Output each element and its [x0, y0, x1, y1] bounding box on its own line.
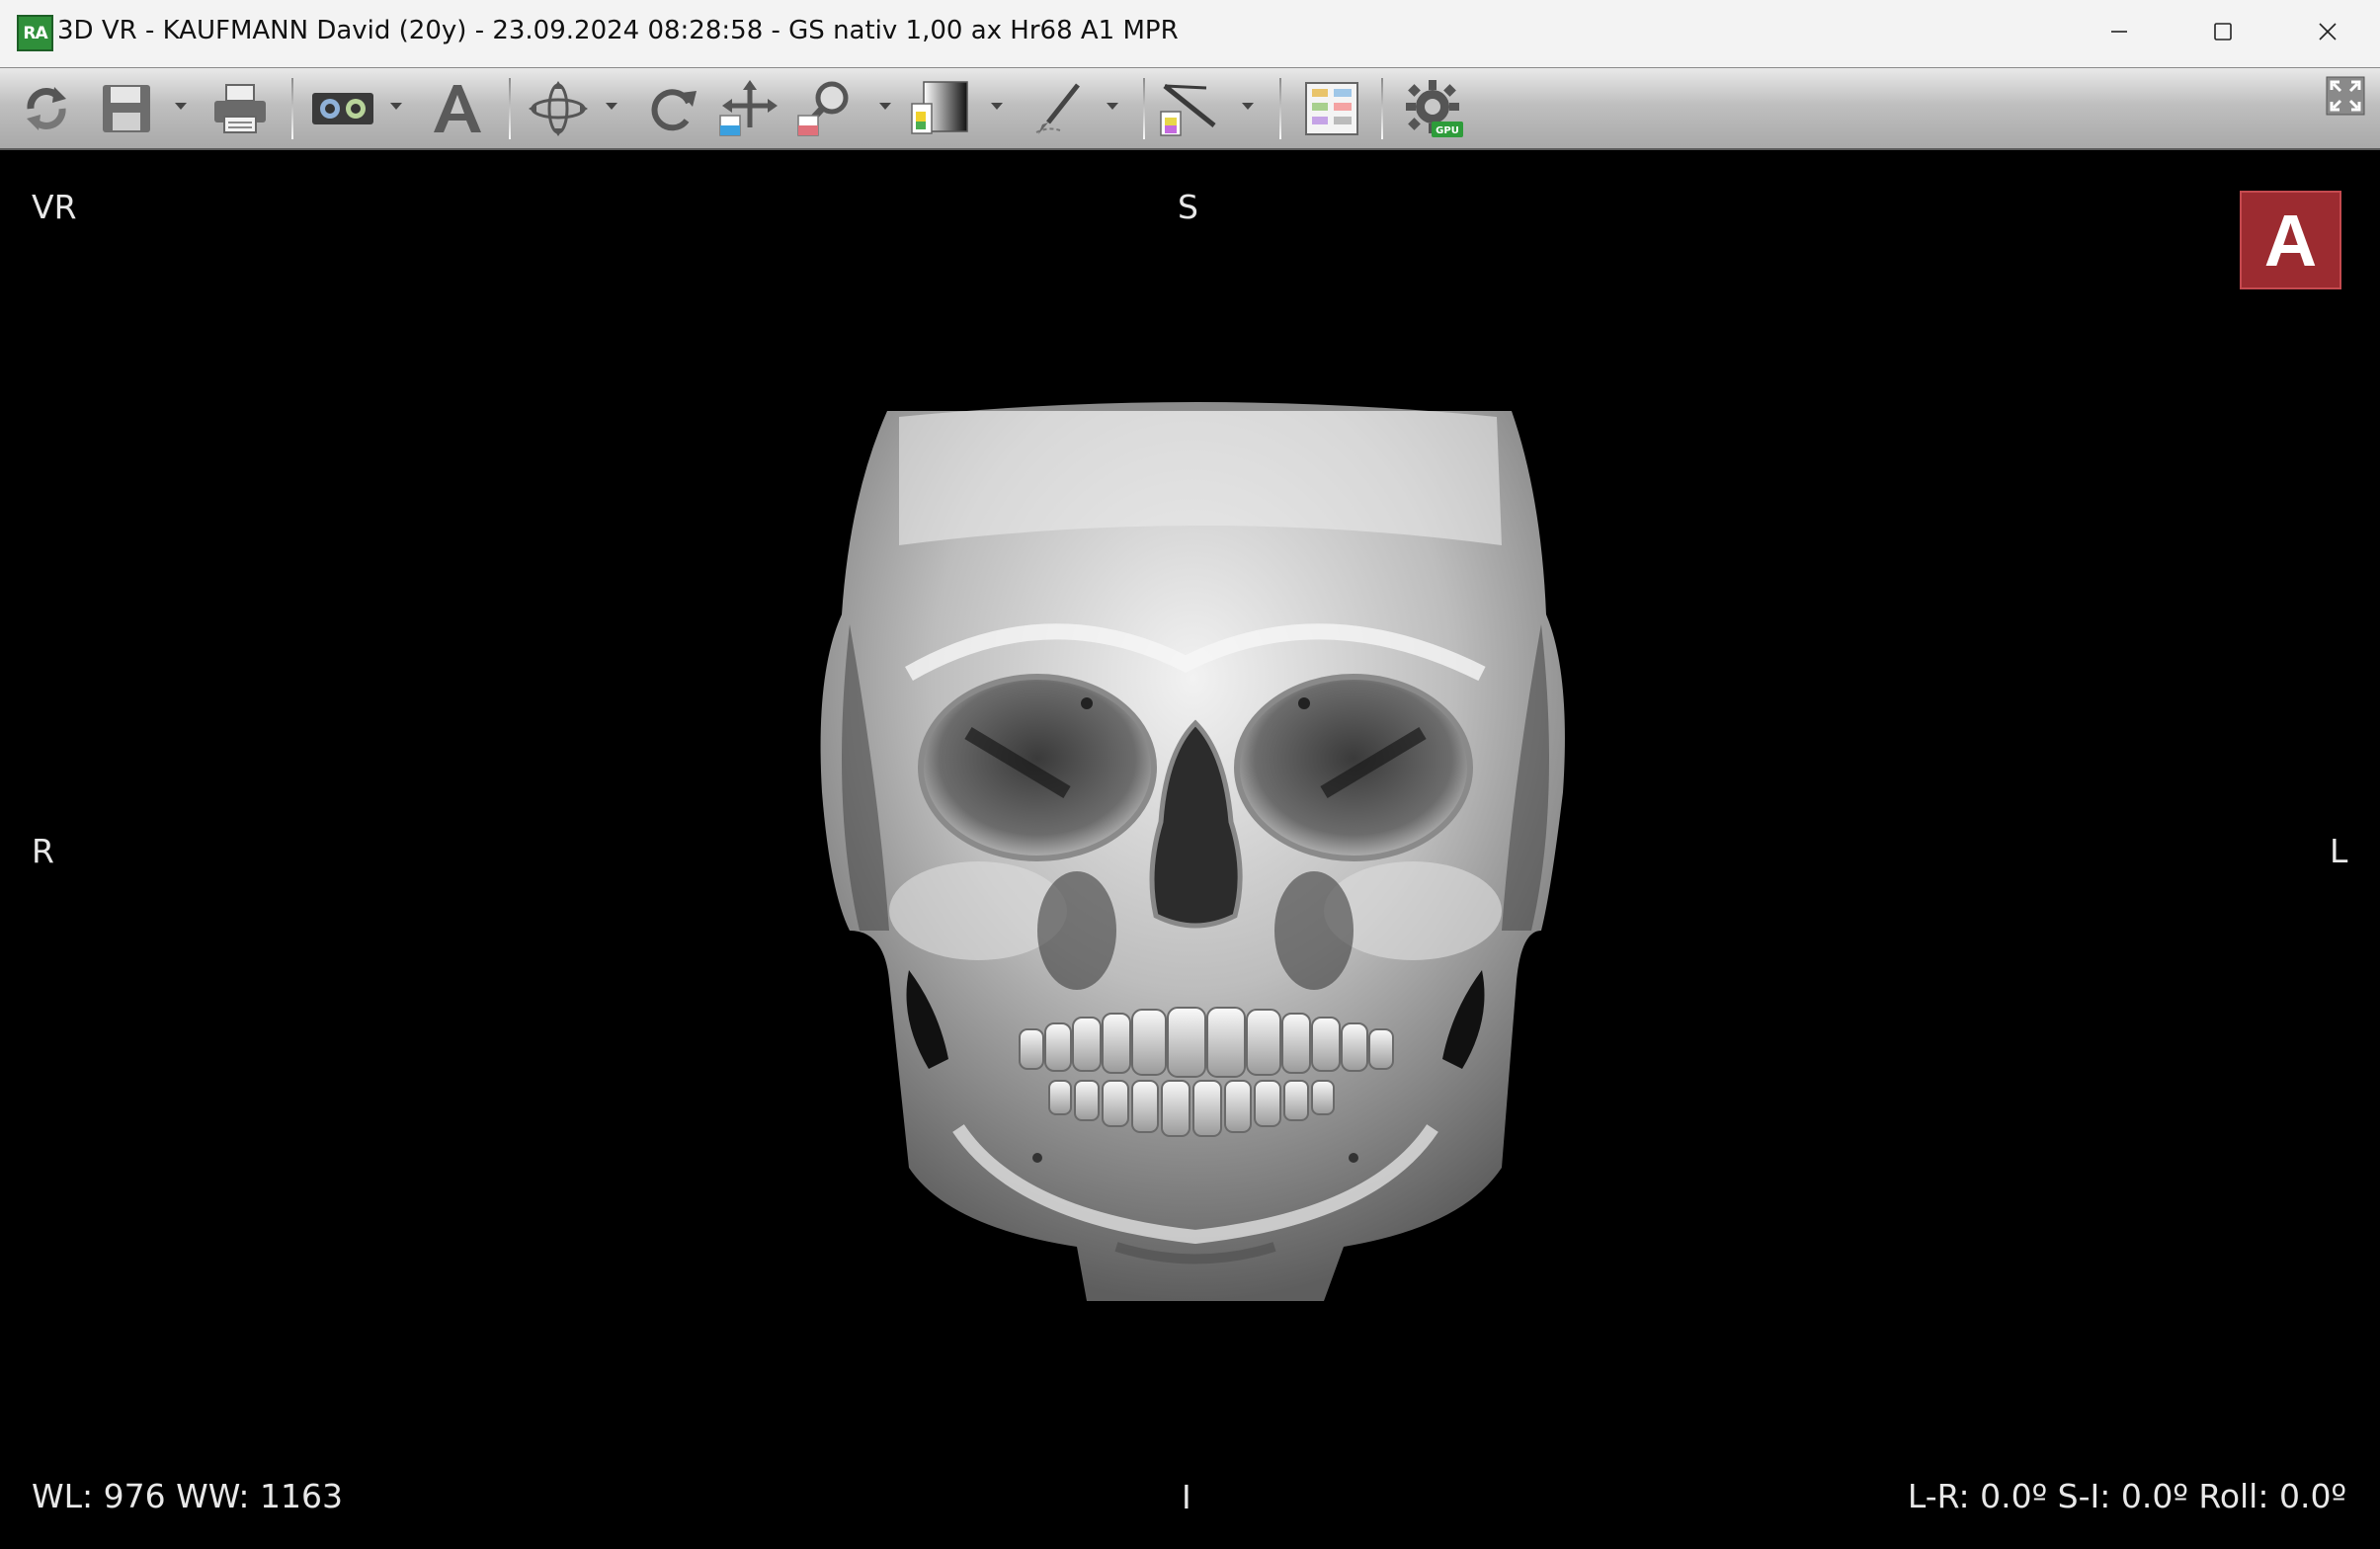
window-level-icon [911, 81, 968, 134]
floppy-icon [103, 85, 150, 132]
rotate-3d-icon [529, 81, 588, 136]
fullscreen-icon [2326, 76, 2365, 116]
gpu-badge-label: GPU [1436, 125, 1459, 136]
skull-render [820, 402, 1565, 1301]
window-level-button[interactable] [907, 77, 972, 140]
scalpel-button[interactable] [1027, 77, 1093, 140]
angle-measure-icon [1160, 84, 1216, 136]
text-A-icon [434, 85, 481, 132]
app-logo-text: RA [23, 23, 47, 43]
window-level-readout: WL: 976 WW: 1163 [32, 1477, 344, 1515]
chevron-down-icon [879, 103, 891, 110]
app-logo-icon: RA [17, 15, 53, 51]
zoom-dropdown[interactable] [877, 98, 893, 114]
layout-grid-icon [1305, 82, 1358, 135]
close-icon [2319, 23, 2337, 41]
save-button[interactable] [94, 77, 159, 140]
toolbar: GPU [0, 67, 2380, 150]
layout-button[interactable] [1300, 77, 1363, 140]
printer-icon [214, 84, 266, 133]
window-title: 3D VR - KAUFMANN David (20y) - 23.09.202… [57, 16, 1179, 45]
chevron-down-icon [606, 103, 617, 110]
title-bar: RA 3D VR - KAUFMANN David (20y) - 23.09.… [0, 0, 2380, 67]
3d-viewport[interactable]: VR S R L I A WL: 976 WW: 1163 L-R: 0.0º … [0, 150, 2380, 1549]
toolbar-separator [1381, 78, 1383, 139]
orientation-right-label: L [2330, 832, 2348, 870]
orientation-left-label: R [32, 832, 54, 870]
pan-icon [719, 80, 778, 136]
maximize-button[interactable] [2174, 0, 2272, 63]
magnifier-icon [797, 81, 849, 136]
annotation-button[interactable] [425, 77, 490, 140]
refresh-icon [27, 87, 66, 130]
scalpel-icon [1035, 83, 1080, 134]
pan-button[interactable] [717, 77, 782, 140]
toolbar-separator [291, 78, 293, 139]
3d-glasses-icon [312, 93, 373, 124]
measure-button[interactable] [1156, 77, 1225, 140]
measure-dropdown[interactable] [1240, 98, 1256, 114]
chevron-down-icon [390, 103, 402, 110]
rotate-3d-dropdown[interactable] [604, 98, 619, 114]
window-level-dropdown[interactable] [989, 98, 1005, 114]
print-button[interactable] [207, 77, 273, 140]
render-mode-label: VR [32, 188, 77, 226]
reset-view-button[interactable] [14, 77, 79, 140]
rotate-3d-button[interactable] [524, 77, 593, 140]
orientation-bottom-label: I [1182, 1478, 1191, 1516]
toolbar-separator [1143, 78, 1145, 139]
rotate-button[interactable] [640, 77, 705, 140]
stereo-view-button[interactable] [308, 77, 377, 140]
maximize-icon [2214, 23, 2232, 41]
rotate-icon [651, 89, 697, 131]
toolbar-separator [509, 78, 511, 139]
chevron-down-icon [991, 103, 1003, 110]
fullscreen-button[interactable] [2324, 74, 2367, 118]
rotation-angles-readout: L-R: 0.0º S-I: 0.0º Roll: 0.0º [1907, 1477, 2346, 1515]
save-dropdown[interactable] [173, 98, 189, 114]
volume-rendering-image[interactable] [790, 377, 1600, 1316]
chevron-down-icon [1242, 103, 1254, 110]
minimize-button[interactable] [2070, 0, 2169, 63]
orientation-top-label: S [1178, 188, 1198, 226]
toolbar-separator [1279, 78, 1281, 139]
view-orientation-badge[interactable]: A [2240, 191, 2341, 289]
chevron-down-icon [175, 103, 187, 110]
minimize-icon [2111, 31, 2127, 33]
zoom-button[interactable] [795, 77, 861, 140]
chevron-down-icon [1107, 103, 1118, 110]
stereo-dropdown[interactable] [388, 98, 404, 114]
scalpel-dropdown[interactable] [1105, 98, 1120, 114]
gear-gpu-icon: GPU [1406, 80, 1463, 137]
close-button[interactable] [2278, 0, 2377, 63]
gpu-settings-button[interactable]: GPU [1401, 77, 1466, 140]
